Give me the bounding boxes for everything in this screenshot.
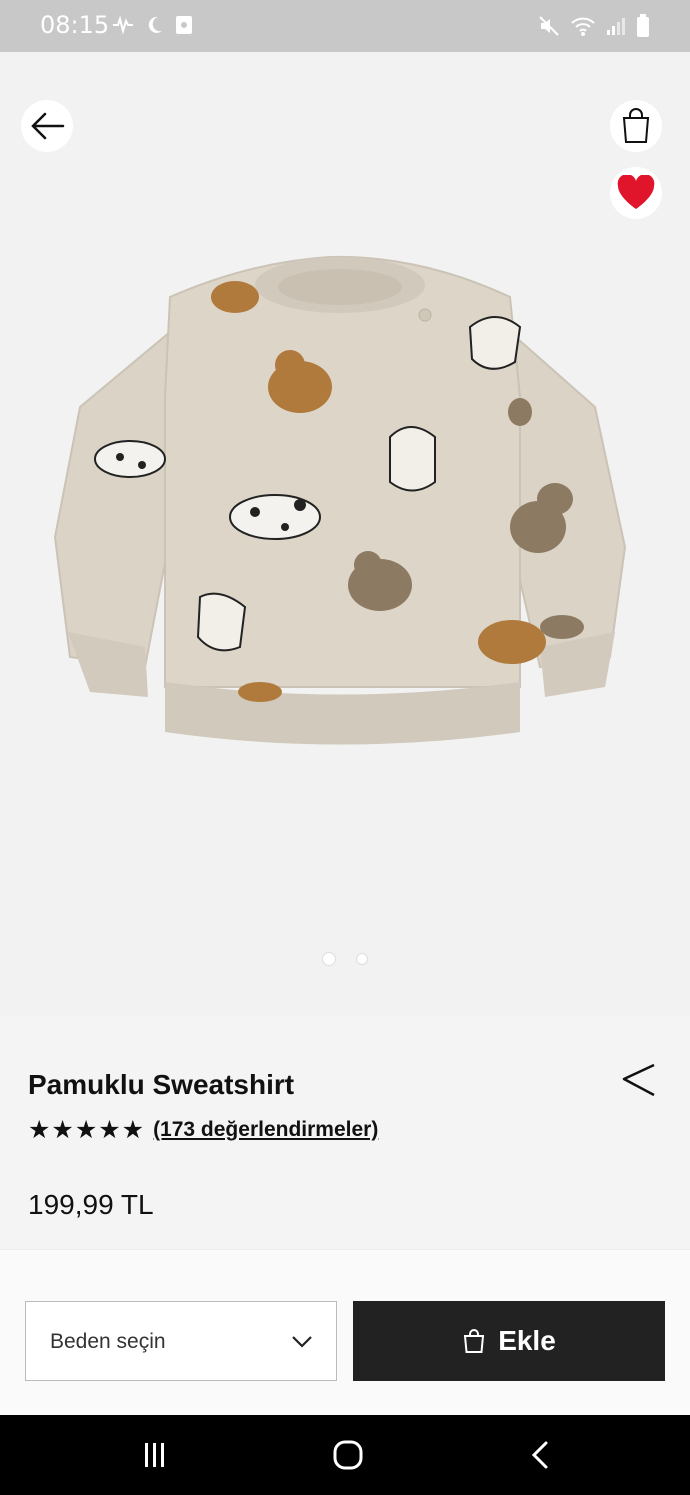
home-button[interactable] <box>330 1437 366 1473</box>
rating-stars: ★★★★★ <box>28 1115 146 1144</box>
arrow-left-icon <box>31 112 65 140</box>
pagination-dot-active[interactable] <box>322 952 336 966</box>
home-icon <box>333 1440 363 1470</box>
moon-icon <box>148 16 162 33</box>
reviews-link[interactable]: (173 değerlendirmeler) <box>153 1118 378 1142</box>
status-time: 08:15 <box>40 11 110 39</box>
bag-icon <box>464 1329 485 1353</box>
system-nav-bar <box>0 1415 690 1495</box>
status-bar: 08:15 <box>0 0 690 52</box>
pagination-dot[interactable] <box>356 953 368 965</box>
mute-icon <box>539 16 559 36</box>
purchase-actions: Beden seçin Ekle <box>0 1249 690 1415</box>
size-select[interactable]: Beden seçin <box>25 1301 337 1381</box>
product-page: 08:15 Pamuklu Sweatshirt ★★★★★ (173 değe… <box>0 0 690 1495</box>
product-gallery[interactable] <box>0 52 690 1017</box>
pulse-icon <box>113 15 133 35</box>
chevron-down-icon <box>292 1336 312 1348</box>
gallery-pagination <box>0 952 690 966</box>
recent-apps-button[interactable] <box>137 1437 173 1473</box>
product-info: Pamuklu Sweatshirt ★★★★★ (173 değerlendi… <box>0 1017 690 1249</box>
nav-back-button[interactable] <box>523 1437 559 1473</box>
add-to-bag-label: Ekle <box>498 1325 556 1356</box>
product-image[interactable] <box>50 237 630 757</box>
screenshot-icon <box>176 16 192 34</box>
shopping-bag-button[interactable] <box>610 100 662 152</box>
share-button[interactable] <box>620 1061 660 1101</box>
share-icon <box>622 1063 655 1097</box>
favorite-button[interactable] <box>610 167 662 219</box>
add-to-bag-button[interactable]: Ekle <box>353 1301 665 1381</box>
signal-icon <box>607 18 625 35</box>
product-title: Pamuklu Sweatshirt <box>28 1069 295 1100</box>
heart-icon <box>617 175 655 209</box>
product-price: 199,99 TL <box>28 1189 154 1220</box>
shopping-bag-icon <box>622 108 650 143</box>
battery-icon <box>637 14 649 37</box>
rating-row[interactable]: ★★★★★ (173 değerlendirmeler) <box>28 1115 378 1144</box>
wifi-icon <box>571 17 595 36</box>
recent-apps-icon <box>145 1443 164 1467</box>
back-icon <box>531 1441 548 1469</box>
back-button[interactable] <box>21 100 73 152</box>
size-select-placeholder: Beden seçin <box>50 1330 166 1353</box>
